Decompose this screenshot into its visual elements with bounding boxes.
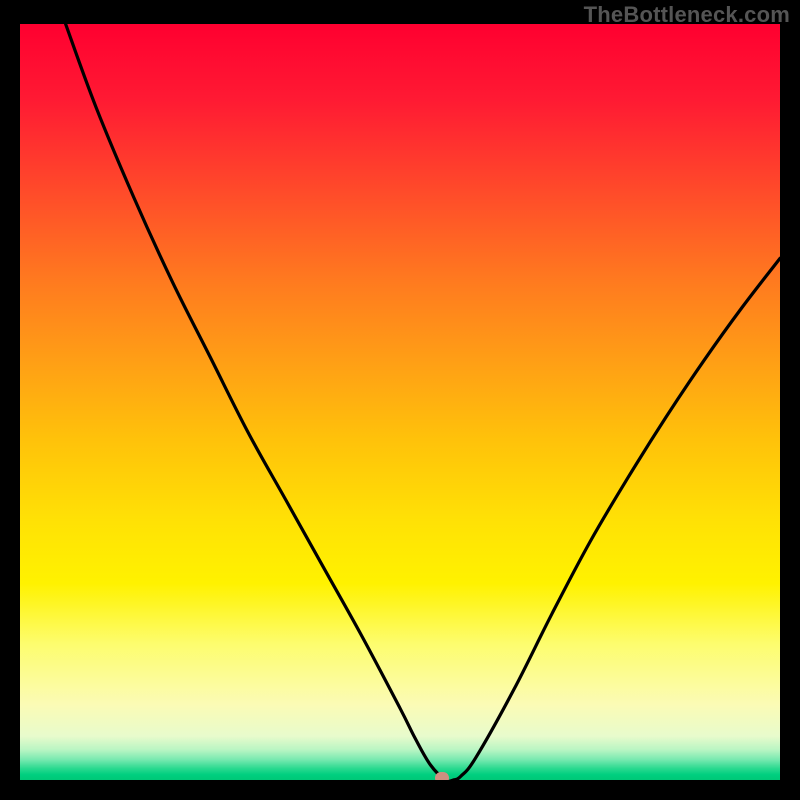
chart-frame: TheBottleneck.com <box>0 0 800 800</box>
bottleneck-curve <box>20 24 780 780</box>
watermark-text: TheBottleneck.com <box>584 2 790 28</box>
minimum-marker <box>435 772 449 780</box>
plot-area <box>20 24 780 780</box>
